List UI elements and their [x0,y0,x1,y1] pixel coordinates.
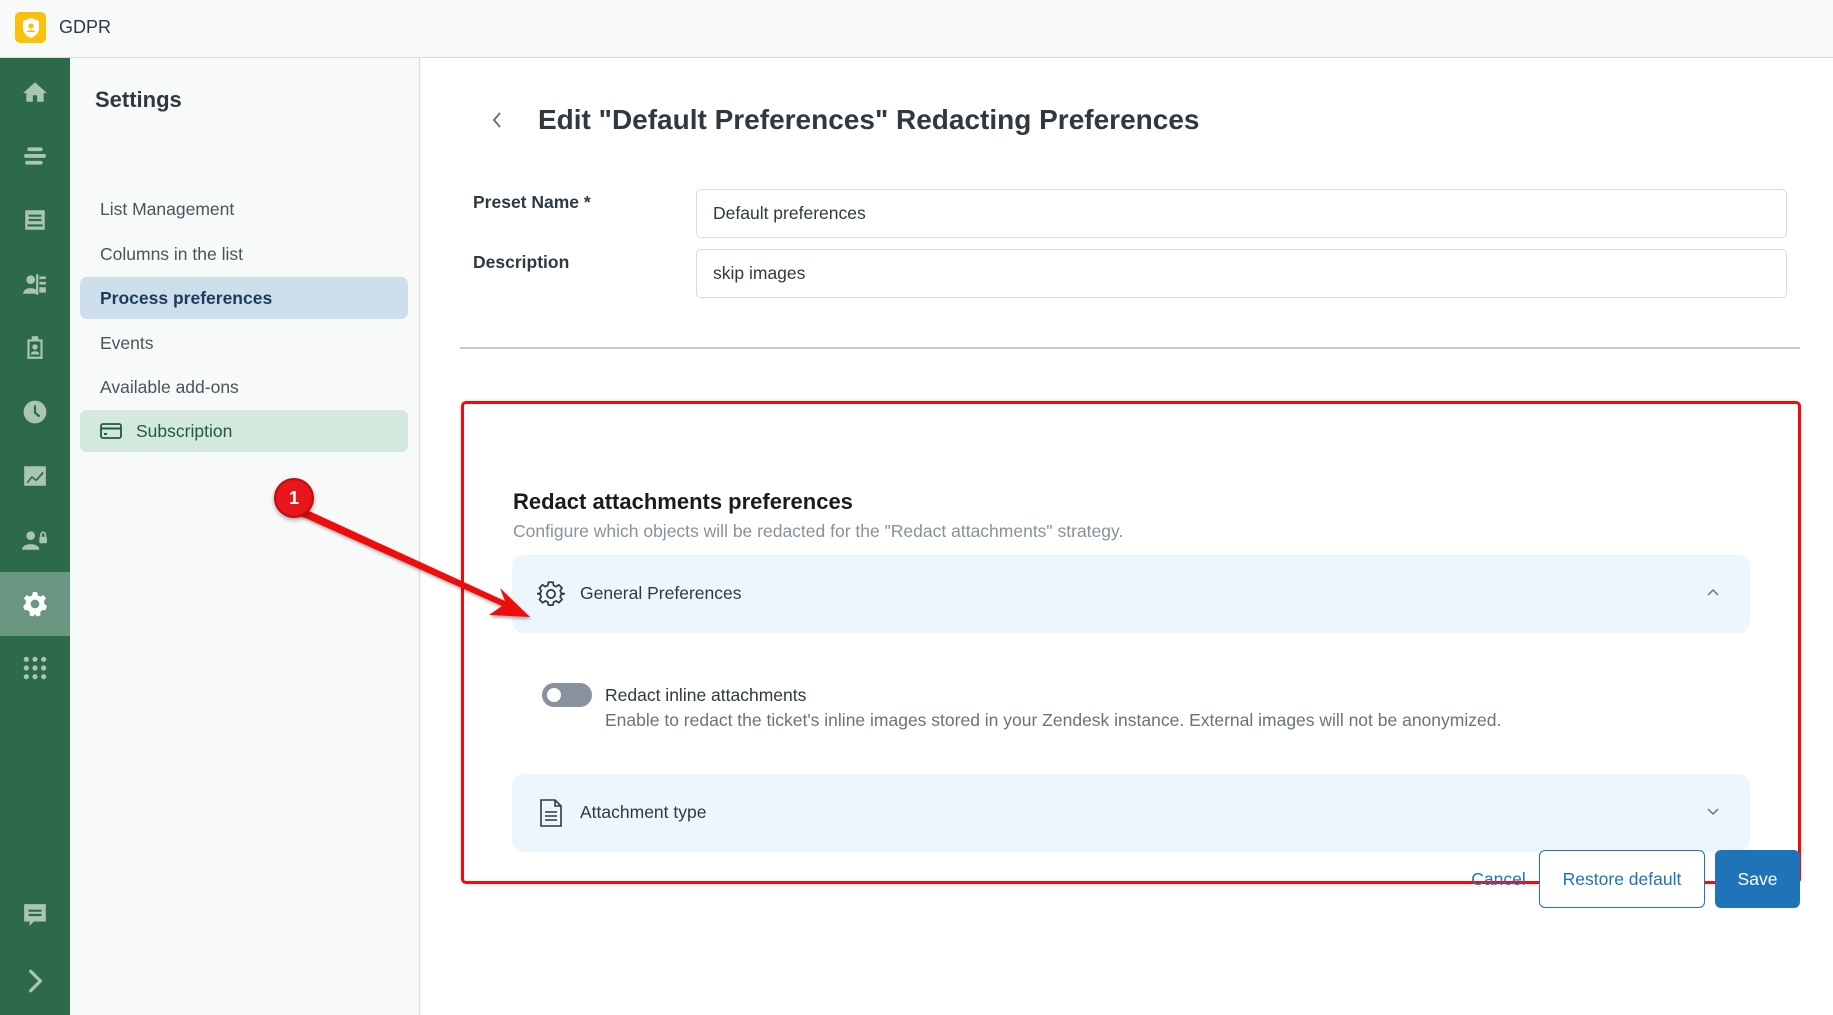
rail-history[interactable] [0,380,70,444]
rail-apps[interactable] [0,636,70,700]
toggle-label: Redact inline attachments [605,685,807,705]
accordion-label: General Preferences [580,583,742,603]
settings-nav-subscription[interactable]: Subscription [80,410,408,452]
redact-attachments-section: Redact attachments preferences Configure… [461,401,1801,884]
description-label: Description [473,252,570,272]
main-content: Edit "Default Preferences" Redacting Pre… [421,58,1833,1015]
nav-item-label: List Management [100,198,235,219]
preset-name-label: Preset Name * [473,192,591,212]
toggle-hint: Enable to redact the ticket's inline ima… [605,710,1502,730]
icon-rail [0,58,70,1015]
chevron-left-icon [492,112,501,128]
chevron-down-icon [1707,808,1719,816]
attachment-type-accordion[interactable]: Attachment type [512,774,1750,852]
settings-nav-list-management[interactable]: List Management [80,188,408,230]
home-icon [23,82,47,102]
inbox-icon [25,210,45,230]
restore-default-button[interactable]: Restore default [1539,850,1705,908]
apps-grid-icon [23,656,47,680]
nav-item-label: Available add-ons [100,376,239,397]
list-icon [24,147,46,165]
section-subtitle: Configure which objects will be redacted… [513,521,1124,541]
gear-icon [23,592,47,617]
credit-card-icon [100,423,122,439]
top-bar: GDPR [0,0,1833,58]
nav-item-label: Events [100,332,154,353]
rail-reports[interactable] [0,444,70,508]
page-title: Edit "Default Preferences" Redacting Pre… [538,104,1200,135]
preset-name-input[interactable] [696,189,1787,238]
chevron-up-icon [1707,588,1719,596]
settings-nav-columns[interactable]: Columns in the list [80,233,408,275]
nav-item-label: Process preferences [100,287,273,308]
nav-item-label: Subscription [136,420,233,441]
rail-expand[interactable] [0,949,70,1013]
rail-chat[interactable] [0,883,70,947]
divider [460,347,1800,349]
settings-panel: Settings List Management Columns in the … [70,58,420,1015]
save-button[interactable]: Save [1715,850,1800,908]
description-input[interactable] [696,249,1787,298]
rail-settings[interactable] [0,572,70,636]
rail-home[interactable] [0,60,70,124]
redact-inline-attachments-toggle[interactable] [542,683,592,707]
rail-list[interactable] [0,124,70,188]
rail-user-access[interactable] [0,508,70,572]
settings-nav-add-ons[interactable]: Available add-ons [80,366,408,408]
general-preferences-accordion[interactable]: General Preferences [512,555,1750,633]
chart-icon [24,466,46,486]
clock-icon [23,400,47,424]
back-button[interactable] [485,105,509,135]
user-lock-icon [22,531,47,550]
app-title: GDPR [59,17,112,37]
rail-contacts[interactable] [0,252,70,316]
contacts-icon [23,274,46,295]
chat-icon [24,904,46,926]
section-heading: Redact attachments preferences [513,489,853,514]
app-logo [15,12,46,43]
accordion-label: Attachment type [580,802,707,822]
document-icon [540,799,562,827]
annotation-badge: 1 [274,478,314,518]
nav-item-label: Columns in the list [100,243,243,264]
settings-nav-events[interactable]: Events [80,322,408,364]
shield-user-icon [22,17,39,38]
chevron-right-icon [29,969,43,993]
settings-nav-process-preferences[interactable]: Process preferences [80,277,408,319]
settings-title: Settings [95,87,182,112]
badge-icon [27,336,43,359]
rail-inbox[interactable] [0,188,70,252]
rail-badge[interactable] [0,316,70,380]
gear-outline-icon [537,581,565,607]
